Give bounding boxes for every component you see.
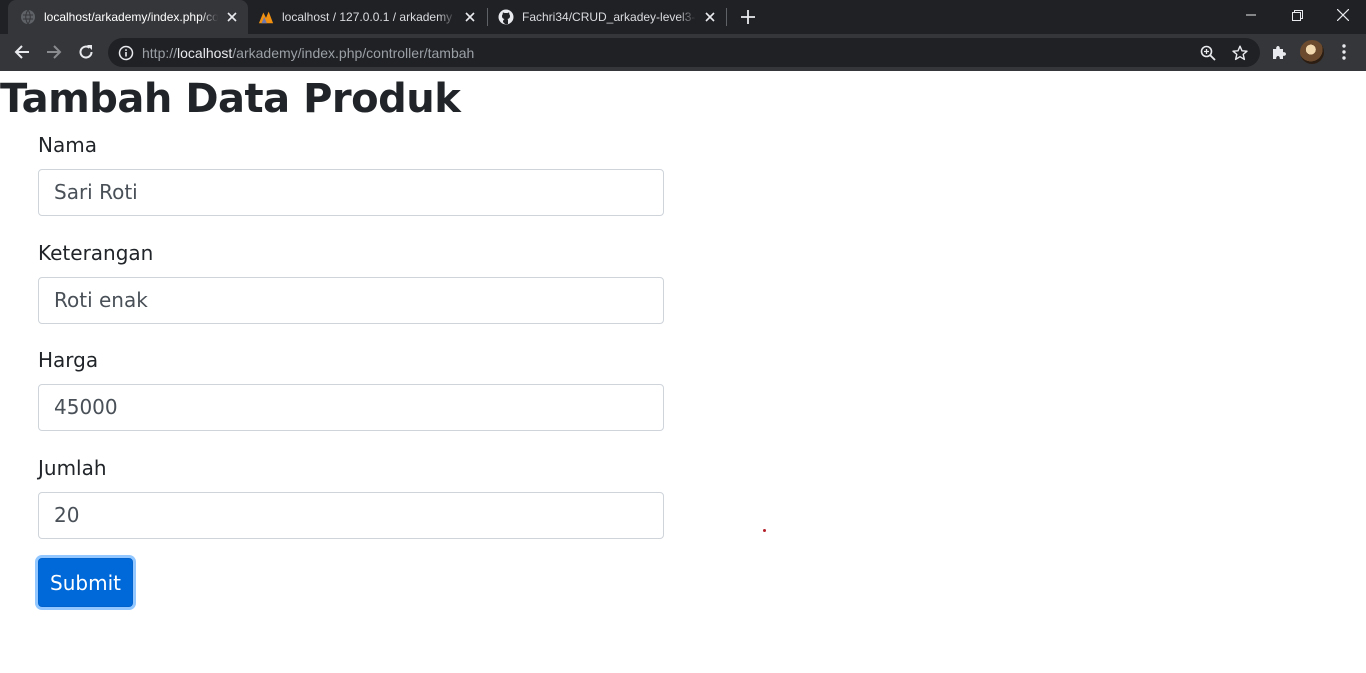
keterangan-label: Keterangan	[38, 241, 154, 265]
jumlah-input[interactable]: 20	[38, 492, 664, 539]
page-title: Tambah Data Produk	[0, 76, 461, 122]
close-tab-icon[interactable]	[462, 9, 478, 25]
close-tab-icon[interactable]	[224, 9, 240, 25]
more-menu-icon[interactable]	[1334, 42, 1354, 62]
new-tab-button[interactable]	[738, 7, 758, 27]
profile-avatar[interactable]	[1300, 40, 1324, 64]
tab-title: localhost/arkademy/index.php/co	[44, 10, 218, 24]
tab-arkademy-form[interactable]: localhost/arkademy/index.php/co	[8, 0, 248, 34]
stray-dot	[763, 529, 766, 532]
tab-phpmyadmin[interactable]: localhost / 127.0.0.1 / arkademy /	[250, 0, 486, 34]
tab-title: Fachri34/CRUD_arkadey-level3-tu	[522, 10, 696, 24]
nama-input[interactable]: Sari Roti	[38, 169, 664, 216]
harga-input[interactable]: 45000	[38, 384, 664, 431]
harga-label: Harga	[38, 348, 99, 372]
tab-strip: localhost/arkademy/index.php/co localhos…	[0, 0, 1366, 34]
submit-button[interactable]: Submit	[38, 558, 133, 607]
close-tab-icon[interactable]	[702, 9, 718, 25]
globe-icon	[20, 9, 36, 25]
tab-title: localhost / 127.0.0.1 / arkademy /	[282, 10, 456, 24]
back-button[interactable]	[10, 40, 34, 64]
url-scheme: http://	[142, 45, 178, 61]
restore-button[interactable]	[1274, 0, 1320, 30]
reload-button[interactable]	[74, 40, 98, 64]
minimize-button[interactable]	[1228, 0, 1274, 30]
browser-toolbar: http://localhost/arkademy/index.php/cont…	[0, 34, 1366, 71]
address-bar[interactable]: http://localhost/arkademy/index.php/cont…	[108, 38, 1260, 67]
url-text: http://localhost/arkademy/index.php/cont…	[142, 45, 474, 61]
phpmyadmin-icon	[258, 9, 274, 25]
url-host: localhost	[177, 45, 233, 61]
forward-button[interactable]	[42, 40, 66, 64]
jumlah-label: Jumlah	[38, 456, 107, 480]
site-info-icon[interactable]	[118, 45, 134, 61]
close-window-button[interactable]	[1320, 0, 1366, 30]
tab-separator	[726, 8, 727, 26]
bookmark-star-icon[interactable]	[1231, 44, 1249, 62]
tab-github[interactable]: Fachri34/CRUD_arkadey-level3-tu	[490, 0, 726, 34]
page-content: Tambah Data Produk Nama Sari Roti Ketera…	[0, 71, 1366, 673]
keterangan-input[interactable]: Roti enak	[38, 277, 664, 324]
nama-label: Nama	[38, 133, 97, 157]
github-icon	[498, 9, 514, 25]
url-path: /arkademy/index.php/controller/tambah	[232, 45, 475, 61]
zoom-icon[interactable]	[1199, 44, 1217, 62]
tab-separator	[487, 8, 488, 26]
extensions-puzzle-icon[interactable]	[1269, 42, 1289, 62]
